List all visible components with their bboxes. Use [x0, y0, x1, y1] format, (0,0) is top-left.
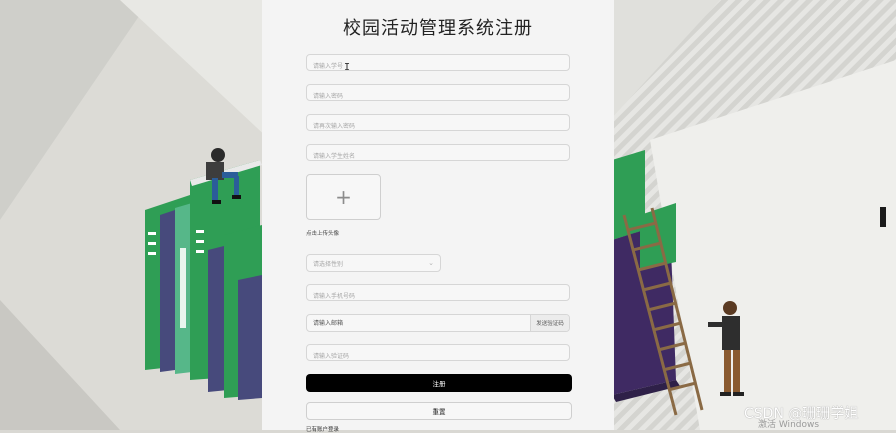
send-code-button[interactable]: 发送验证码: [530, 315, 569, 331]
text-cursor-icon: I: [344, 62, 351, 73]
password-field[interactable]: [306, 84, 570, 104]
reset-button[interactable]: 重置: [306, 402, 572, 420]
confirm-password-field[interactable]: [306, 114, 570, 134]
email-input[interactable]: [307, 315, 530, 331]
password-input[interactable]: [307, 89, 569, 104]
confirm-password-input[interactable]: [307, 119, 569, 134]
phone-input[interactable]: [307, 289, 569, 304]
avatar-upload-button[interactable]: +: [306, 174, 381, 220]
register-panel: 校园活动管理系统注册 I + 点击上传头像 请选择性别 ⌄ 发送验证码 注册 重…: [262, 0, 614, 433]
verification-code-input[interactable]: [307, 349, 569, 364]
plus-icon: +: [335, 185, 352, 209]
gender-select-placeholder: 请选择性别: [313, 260, 344, 268]
email-field[interactable]: 发送验证码: [306, 314, 570, 332]
student-name-input[interactable]: [307, 149, 569, 164]
side-scroll-handle[interactable]: [880, 207, 886, 227]
phone-field[interactable]: [306, 284, 570, 304]
student-name-field[interactable]: [306, 144, 570, 164]
activate-windows-text: 激活 Windows: [758, 420, 820, 430]
register-button[interactable]: 注册: [306, 374, 572, 392]
upload-avatar-label: 点击上传头像: [306, 231, 340, 237]
login-link[interactable]: 已有账户登录: [306, 425, 339, 433]
chevron-down-icon: ⌄: [428, 259, 434, 267]
page-title: 校园活动管理系统注册: [343, 18, 533, 39]
verification-code-field[interactable]: [306, 344, 570, 364]
gender-select[interactable]: 请选择性别 ⌄: [306, 254, 441, 272]
